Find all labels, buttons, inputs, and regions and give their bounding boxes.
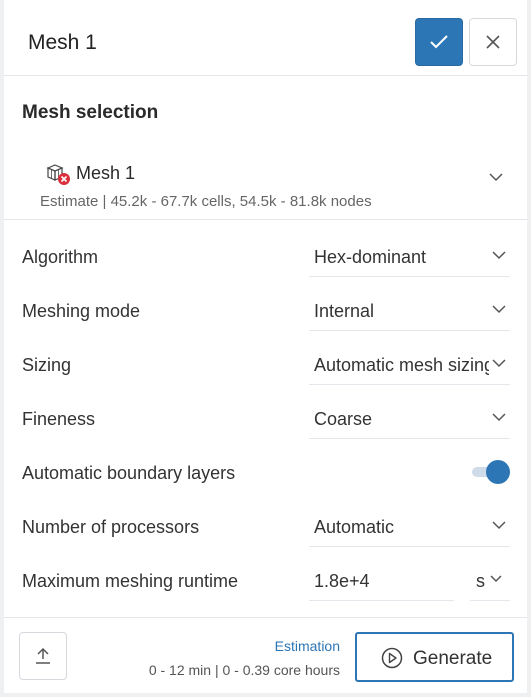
- meshing-mode-select[interactable]: Internal: [309, 291, 510, 331]
- mesh-panel: Mesh 1 Mesh selection Mesh 1 Estimate | …: [4, 4, 527, 693]
- estimation-label: Estimation: [274, 638, 340, 654]
- confirm-button[interactable]: [415, 18, 463, 66]
- sizing-select[interactable]: Automatic mesh sizing: [309, 345, 510, 385]
- mesh-selection-title: Mesh selection: [22, 102, 159, 123]
- meshing-mode-label: Meshing mode: [22, 301, 141, 321]
- mesh-selector[interactable]: Mesh 1 Estimate | 45.2k - 67.7k cells, 5…: [4, 146, 527, 220]
- meshing-mode-value: Internal: [314, 301, 375, 321]
- processors-value: Automatic: [314, 517, 395, 537]
- play-circle-icon: [381, 647, 403, 669]
- upload-icon: [36, 647, 50, 664]
- generate-button[interactable]: Generate: [355, 632, 514, 682]
- panel-frame-bottom: [0, 693, 531, 697]
- meshing-mode-row: Meshing mode Internal: [4, 284, 527, 338]
- estimation-value: 0 - 12 min | 0 - 0.39 core hours: [148, 662, 340, 678]
- chevron-down-icon: [492, 413, 506, 422]
- runtime-value: 1.8e+4: [314, 571, 370, 591]
- runtime-input[interactable]: 1.8e+4: [309, 561, 454, 601]
- panel-frame-right: [527, 0, 531, 697]
- algorithm-select[interactable]: Hex-dominant: [309, 237, 510, 277]
- chevron-down-icon: [492, 305, 506, 314]
- chevron-down-icon: [492, 359, 506, 368]
- sizing-value: Automatic mesh sizing: [314, 355, 489, 375]
- sizing-row: Sizing Automatic mesh sizing: [4, 338, 527, 392]
- algorithm-row: Algorithm Hex-dominant: [4, 230, 527, 284]
- processors-row: Number of processors Automatic: [4, 500, 527, 554]
- runtime-row: Maximum meshing runtime 1.8e+4 s: [4, 554, 527, 608]
- page-title: Mesh 1: [28, 31, 97, 54]
- processors-select[interactable]: Automatic: [309, 507, 510, 547]
- panel-footer: Estimation 0 - 12 min | 0 - 0.39 core ho…: [4, 617, 527, 693]
- sizing-label: Sizing: [22, 355, 72, 375]
- runtime-unit-value: s: [476, 571, 485, 591]
- close-button[interactable]: [469, 18, 517, 66]
- mesh-error-icon: [46, 164, 70, 185]
- processors-label: Number of processors: [22, 517, 200, 537]
- chevron-down-icon: [492, 521, 506, 530]
- generate-label: Generate: [413, 648, 493, 669]
- panel-header: Mesh 1: [4, 4, 527, 76]
- chevron-down-icon: [492, 251, 506, 260]
- boundary-layers-row: Automatic boundary layers: [4, 446, 527, 500]
- runtime-unit-select[interactable]: s: [470, 561, 510, 601]
- fineness-value: Coarse: [314, 409, 373, 429]
- fineness-select[interactable]: Coarse: [309, 399, 510, 439]
- chevron-down-icon: [489, 173, 503, 182]
- boundary-layers-toggle[interactable]: [472, 460, 510, 484]
- check-icon: [430, 35, 448, 49]
- mesh-estimate: Estimate | 45.2k - 67.7k cells, 54.5k - …: [40, 193, 372, 210]
- fineness-label: Fineness: [22, 409, 96, 429]
- algorithm-label: Algorithm: [22, 247, 99, 267]
- close-icon: [486, 35, 500, 49]
- toggle-knob: [486, 460, 510, 484]
- boundary-layers-label: Automatic boundary layers: [22, 463, 236, 483]
- mesh-name: Mesh 1: [76, 163, 136, 183]
- chevron-down-icon: [490, 575, 502, 583]
- fineness-row: Fineness Coarse: [4, 392, 527, 446]
- runtime-label: Maximum meshing runtime: [22, 571, 239, 591]
- upload-button[interactable]: [19, 632, 67, 680]
- algorithm-value: Hex-dominant: [314, 247, 427, 267]
